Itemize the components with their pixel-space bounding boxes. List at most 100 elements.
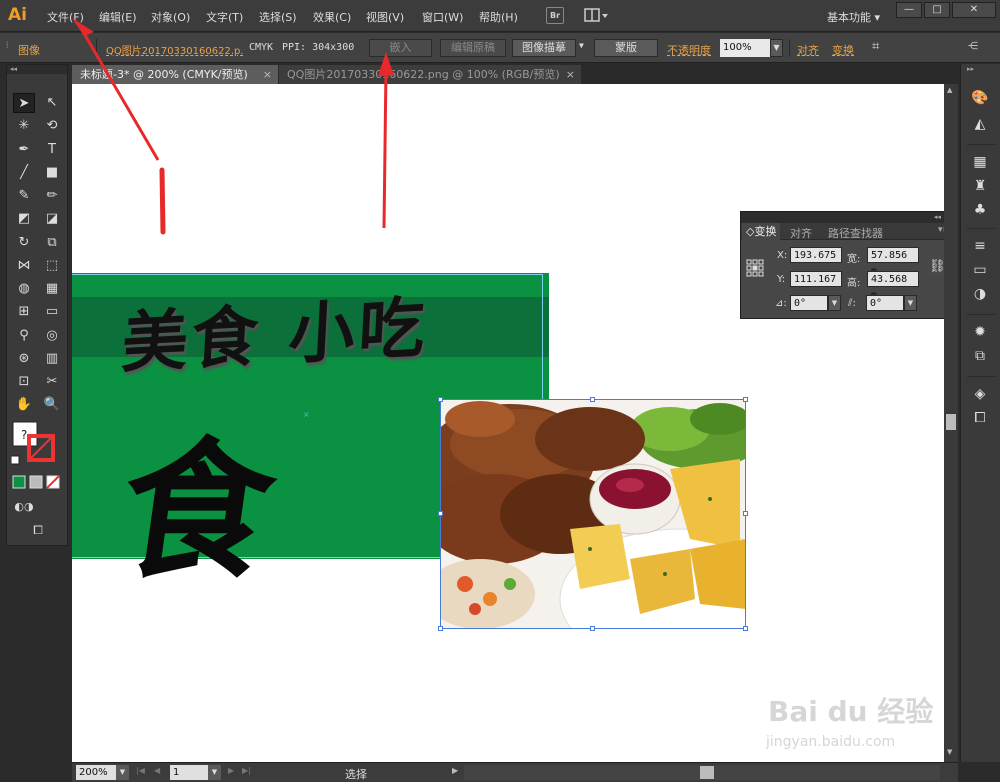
first-artboard-icon[interactable]: |◀: [136, 766, 145, 775]
appearance-panel-icon[interactable]: ✹: [969, 322, 991, 342]
screen-mode-icon[interactable]: ⧠: [27, 520, 49, 540]
dock-collapse-icon[interactable]: ▸▸: [967, 65, 974, 73]
transform-link[interactable]: 变换: [832, 42, 854, 58]
shear-dropdown-icon[interactable]: ▼: [904, 295, 917, 311]
column-graph-tool-icon[interactable]: ▥: [41, 349, 63, 369]
menu-window[interactable]: 窗口(W): [422, 9, 463, 25]
mesh-tool-icon[interactable]: ⊞: [13, 302, 35, 322]
width-input[interactable]: 57.856 m: [867, 247, 919, 277]
perspective-grid-tool-icon[interactable]: ▦: [41, 279, 63, 299]
scroll-up-icon[interactable]: ▲: [947, 86, 952, 94]
rotate-tool-icon[interactable]: ↻: [13, 233, 35, 253]
opacity-input[interactable]: 100%: [720, 39, 770, 57]
symbol-sprayer-tool-icon[interactable]: ⊛: [13, 349, 35, 369]
resize-handle[interactable]: [743, 511, 748, 516]
align-link[interactable]: 对齐: [797, 42, 819, 58]
line-tool-icon[interactable]: ╱: [13, 163, 35, 183]
isolate-group-icon[interactable]: ⌗: [872, 39, 879, 54]
transparency-panel-icon[interactable]: ◑: [969, 284, 991, 304]
brushes-panel-icon[interactable]: ♜: [969, 176, 991, 196]
y-input[interactable]: 111.167: [790, 271, 842, 287]
last-artboard-icon[interactable]: ▶|: [242, 766, 251, 775]
bridge-button[interactable]: Br: [546, 7, 564, 24]
scroll-thumb[interactable]: [700, 766, 714, 779]
resize-handle[interactable]: [438, 511, 443, 516]
gradient-panel-icon[interactable]: ▭: [969, 260, 991, 280]
artboard-number-input[interactable]: 1: [170, 765, 208, 780]
workspace-switcher[interactable]: 基本功能 ▾: [827, 9, 880, 25]
reference-point-icon[interactable]: [746, 259, 764, 277]
stroke-panel-icon[interactable]: ≡: [969, 236, 991, 256]
pen-tool-icon[interactable]: ✒: [13, 140, 35, 160]
resize-handle[interactable]: [743, 626, 748, 631]
tab-qq-image[interactable]: QQ图片20170330160622.png @ 100% (RGB/预览) ×: [279, 65, 581, 84]
eyedropper-tool-icon[interactable]: ⚲: [13, 326, 35, 346]
menu-select[interactable]: 选择(S): [259, 9, 297, 25]
fill-stroke-swatch[interactable]: ?: [11, 420, 65, 468]
layers-panel-icon[interactable]: ◈: [969, 384, 991, 404]
menu-help[interactable]: 帮助(H): [479, 9, 518, 25]
artwork-big-character[interactable]: 食: [109, 390, 290, 607]
close-button[interactable]: ✕: [952, 2, 996, 18]
tab-align[interactable]: 对齐: [790, 225, 812, 241]
gradient-tool-icon[interactable]: ▭: [41, 302, 63, 322]
zoom-input[interactable]: 200%: [76, 765, 116, 780]
edit-original-button[interactable]: 编辑原稿: [440, 39, 506, 57]
scroll-thumb[interactable]: [946, 414, 956, 430]
trace-preset-dropdown-icon[interactable]: ▼: [579, 41, 584, 50]
scroll-down-icon[interactable]: ▼: [947, 748, 952, 756]
x-input[interactable]: 193.675: [790, 247, 842, 263]
blend-tool-icon[interactable]: ◎: [41, 326, 63, 346]
tab-transform[interactable]: ◇变换: [742, 223, 781, 240]
free-transform-tool-icon[interactable]: ⬚: [41, 256, 63, 276]
maximize-button[interactable]: □: [924, 2, 950, 18]
resize-handle[interactable]: [438, 397, 443, 402]
width-tool-icon[interactable]: ⋈: [13, 256, 35, 276]
shear-input[interactable]: 0°: [866, 295, 904, 311]
menu-type[interactable]: 文字(T): [206, 9, 243, 25]
height-input[interactable]: 43.568 m: [867, 271, 919, 301]
status-menu-icon[interactable]: ▶: [452, 766, 458, 775]
menu-effect[interactable]: 效果(C): [313, 9, 351, 25]
graphic-styles-panel-icon[interactable]: ⧉: [969, 346, 991, 366]
tab-pathfinder[interactable]: 路径查找器: [828, 225, 883, 241]
resize-handle[interactable]: [438, 626, 443, 631]
artboard-dropdown-icon[interactable]: ▼: [208, 765, 221, 780]
artboard-canvas[interactable]: 美食 小吃 食 × Bai du 经验 jingyan.baidu.com: [72, 84, 944, 762]
zoom-dropdown-icon[interactable]: ▼: [116, 765, 129, 780]
close-tab-icon[interactable]: ×: [263, 65, 272, 84]
resize-handle[interactable]: [590, 626, 595, 631]
color-panel-icon[interactable]: 🎨: [969, 88, 991, 108]
zoom-tool-icon[interactable]: 🔍: [41, 395, 63, 415]
selection-tool-icon[interactable]: ➤: [13, 93, 35, 113]
tools-panel-header[interactable]: ◂◂: [7, 65, 67, 74]
magic-wand-tool-icon[interactable]: ✳: [13, 116, 35, 136]
slice-tool-icon[interactable]: ✂: [41, 372, 63, 392]
next-artboard-icon[interactable]: ▶: [228, 766, 234, 775]
resize-handle[interactable]: [590, 397, 595, 402]
opacity-dropdown-icon[interactable]: ▼: [770, 39, 783, 57]
artboards-panel-icon[interactable]: ⧠: [969, 408, 991, 428]
panel-menu-icon[interactable]: ⋲: [968, 41, 978, 52]
horizontal-scrollbar[interactable]: [464, 765, 940, 780]
symbols-panel-icon[interactable]: ♣: [969, 200, 991, 220]
panel-header[interactable]: ◂◂ ✕: [741, 212, 955, 223]
shape-builder-tool-icon[interactable]: ◍: [13, 279, 35, 299]
rotate-input[interactable]: 0°: [790, 295, 828, 311]
mask-button[interactable]: 蒙版: [594, 39, 658, 57]
color-mode-buttons[interactable]: [11, 475, 65, 489]
paintbrush-tool-icon[interactable]: ✎: [13, 186, 35, 206]
hand-tool-icon[interactable]: ✋: [13, 395, 35, 415]
artwork-title-text[interactable]: 美食 小吃: [120, 274, 432, 386]
vertical-scrollbar[interactable]: ▲ ▼: [944, 84, 958, 762]
artboard-tool-icon[interactable]: ⊡: [13, 372, 35, 392]
swatches-panel-icon[interactable]: ▦: [969, 152, 991, 172]
image-trace-button[interactable]: 图像描摹: [512, 39, 576, 57]
drawing-mode-icon[interactable]: ◐◑: [13, 497, 35, 517]
menu-view[interactable]: 视图(V): [366, 9, 404, 25]
close-tab-icon[interactable]: ×: [566, 65, 575, 84]
rotate-dropdown-icon[interactable]: ▼: [828, 295, 841, 311]
arrange-documents-button[interactable]: [584, 8, 610, 23]
previous-artboard-icon[interactable]: ◀: [154, 766, 160, 775]
opacity-label[interactable]: 不透明度: [667, 42, 711, 58]
